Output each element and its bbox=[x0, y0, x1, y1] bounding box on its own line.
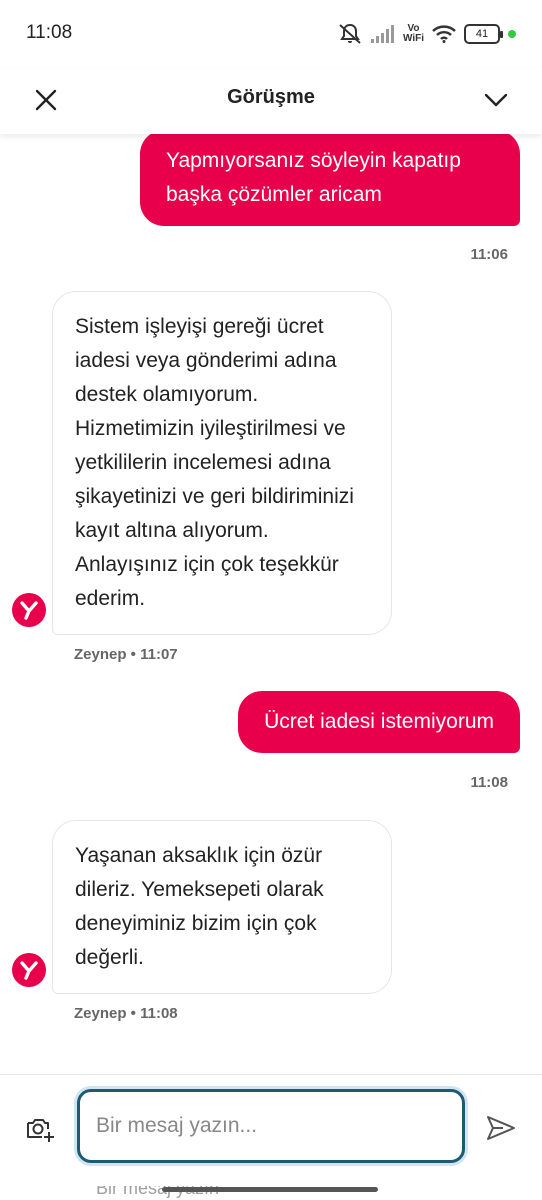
message-text: Yaşanan aksaklık için özür dileriz. Yeme… bbox=[75, 844, 324, 969]
yemeksepeti-logo-icon bbox=[20, 601, 38, 620]
status-time: 11:08 bbox=[26, 22, 73, 43]
composer-bar bbox=[0, 1074, 542, 1186]
agent-avatar bbox=[12, 953, 46, 987]
agent-avatar bbox=[12, 593, 46, 627]
send-button[interactable] bbox=[484, 1111, 518, 1145]
mute-icon bbox=[339, 23, 361, 44]
outgoing-message: Ücret iadesi istemiyorum bbox=[238, 691, 520, 753]
privacy-dot bbox=[508, 30, 516, 38]
camera-add-icon bbox=[27, 1119, 54, 1142]
message-meta: Zeynep • 11:07 bbox=[74, 646, 178, 663]
send-icon bbox=[487, 1116, 515, 1140]
gesture-nav-handle[interactable] bbox=[162, 1187, 378, 1192]
message-text: Ücret iadesi istemiyorum bbox=[264, 710, 494, 733]
message-input[interactable] bbox=[77, 1089, 465, 1163]
status-icons: Vo WiFi 41 bbox=[337, 20, 516, 48]
chat-header: Görüşme bbox=[0, 68, 542, 134]
wifi-icon bbox=[432, 25, 456, 43]
message-text: Yapmıyorsanız söyleyin kapatıp başka çöz… bbox=[166, 149, 461, 206]
incoming-message: Sistem işleyişi gereği ücret iadesi veya… bbox=[52, 291, 392, 635]
chevron-down-icon bbox=[484, 93, 508, 107]
message-time: 11:06 bbox=[470, 246, 508, 263]
signal-icon bbox=[370, 25, 394, 43]
vowifi-bottom: WiFi bbox=[402, 33, 424, 44]
message-list[interactable]: Yapmıyorsanız söyleyin kapatıp başka çöz… bbox=[0, 134, 542, 1074]
message-meta: Zeynep • 11:08 bbox=[74, 1005, 178, 1022]
incoming-message: Yaşanan aksaklık için özür dileriz. Yeme… bbox=[52, 820, 392, 994]
battery-level: 41 bbox=[475, 28, 489, 40]
yemeksepeti-logo-icon bbox=[20, 961, 38, 980]
page-title: Görüşme bbox=[227, 86, 315, 108]
battery-indicator: 41 bbox=[464, 24, 503, 44]
attach-photo-button[interactable] bbox=[24, 1113, 56, 1145]
collapse-button[interactable] bbox=[480, 84, 512, 116]
message-time: 11:08 bbox=[470, 774, 508, 791]
vowifi-indicator: Vo WiFi bbox=[403, 24, 424, 44]
status-bar: 11:08 Vo WiFi 41 bbox=[0, 0, 542, 68]
message-text: Sistem işleyişi gereği ücret iadesi veya… bbox=[75, 315, 354, 610]
outgoing-message: Yapmıyorsanız söyleyin kapatıp başka çöz… bbox=[140, 134, 520, 226]
